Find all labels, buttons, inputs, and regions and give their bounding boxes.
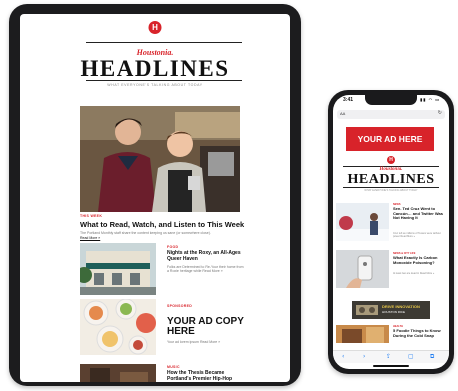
tablet-device: H Houstonia. HEADLINES WHAT EVERYONE'S T… [9, 4, 301, 386]
newsletter-tagline: WHAT EVERYONE'S TALKING ABOUT TODAY [107, 83, 203, 87]
detector-image-icon [336, 250, 389, 288]
baristas-illustration-icon [80, 106, 240, 212]
header-rule-bottom [343, 187, 439, 188]
snow-scene-image-icon [336, 203, 389, 241]
tablet-screen: H Houstonia. HEADLINES WHAT EVERYONE'S T… [20, 14, 290, 382]
ad-copy-title[interactable]: YOUR AD COPY HERE [167, 317, 257, 337]
sponsored-banner[interactable]: DRIVE INNOVATION HOUSTON RICE [352, 301, 430, 319]
houstonia-logo-icon[interactable]: H [387, 156, 395, 164]
browser-toolbar: ‹ › ⇪ ▢ ⧉ [333, 350, 449, 363]
phone-notch [365, 95, 417, 105]
article-thumbnail[interactable] [80, 243, 156, 295]
header-rule-bottom [86, 80, 242, 81]
home-indicator[interactable] [373, 365, 409, 367]
engine-image-icon [356, 305, 378, 315]
article-thumbnail[interactable] [80, 364, 156, 382]
header-rule-top [86, 42, 242, 43]
forward-icon[interactable]: › [363, 353, 365, 360]
article-kicker: MUSIC [167, 365, 180, 369]
hero-title-link[interactable]: What to Read, Watch, and Listen to This … [80, 220, 245, 229]
newsletter-tagline: WHAT EVERYONE'S TALKING ABOUT TODAY [364, 189, 418, 192]
houstonia-logo-icon[interactable]: H [148, 21, 162, 34]
hero-image[interactable] [80, 106, 240, 212]
ad-banner[interactable]: YOUR AD HERE [346, 127, 434, 151]
article-title-link[interactable]: Sen. Ted Cruz Went to Cancún… and Twitte… [393, 206, 445, 221]
ad-kicker: SPONSORED [167, 304, 193, 308]
article-dek: At least two are dead in Read More » [393, 272, 435, 275]
food-image-icon [336, 325, 389, 343]
hero-kicker: THIS WEEK [80, 214, 103, 218]
article-title-link[interactable]: What Exactly Is Carbon Monoxide Poisonin… [393, 255, 445, 265]
tabs-icon[interactable]: ⧉ [430, 353, 434, 361]
banner-headline: DRIVE INNOVATION [382, 304, 420, 309]
refresh-icon[interactable]: ↻ [438, 110, 442, 116]
bookmarks-icon[interactable]: ▢ [408, 353, 414, 360]
ad-dek: Your ad lorem ipsum Read More » [167, 340, 221, 344]
article-title-link[interactable]: How the Thesis Became Portland's Premier… [167, 370, 245, 382]
building-image-icon [80, 243, 156, 295]
phone-device: 3:41 ▮▮ ◠ ▭ AA ↻ YOUR AD HERE H Houstoni… [328, 90, 454, 374]
article-dek: Cruz left as millions of Texans were wit… [393, 232, 441, 238]
phone-screen: 3:41 ▮▮ ◠ ▭ AA ↻ YOUR AD HERE H Houstoni… [333, 95, 449, 369]
status-icons: ▮▮ ◠ ▭ [420, 97, 440, 102]
newsletter-headline: HEADLINES [80, 56, 230, 81]
share-icon[interactable]: ⇪ [386, 353, 391, 360]
concert-image-icon [80, 364, 156, 382]
article-title-link[interactable]: 5 Foodie Things to Know During the Cold … [393, 328, 445, 338]
url-bar[interactable]: AA ↻ [337, 110, 445, 119]
article-dek: Folks are Determined to Re-Your their ho… [167, 265, 244, 273]
reader-aa-button[interactable]: AA [340, 111, 345, 116]
food-plates-image-icon [80, 299, 156, 355]
article-thumbnail[interactable] [336, 250, 389, 288]
newsletter-headline: HEADLINES [347, 172, 435, 187]
article-title-link[interactable]: Nights at the Roxy, an All-Ages Queer Ha… [167, 250, 245, 262]
article-thumbnail[interactable] [336, 325, 389, 343]
status-time: 3:41 [343, 97, 354, 103]
banner-subline: HOUSTON RICE [382, 310, 405, 314]
ad-thumbnail[interactable] [80, 299, 156, 355]
hero-read-more-link[interactable]: Read More » [80, 236, 100, 240]
article-thumbnail[interactable] [336, 203, 389, 241]
back-icon[interactable]: ‹ [342, 353, 344, 360]
article-kicker: FOOD [167, 245, 179, 249]
hero-dek: The Portland Monthly staff share the con… [80, 231, 211, 235]
